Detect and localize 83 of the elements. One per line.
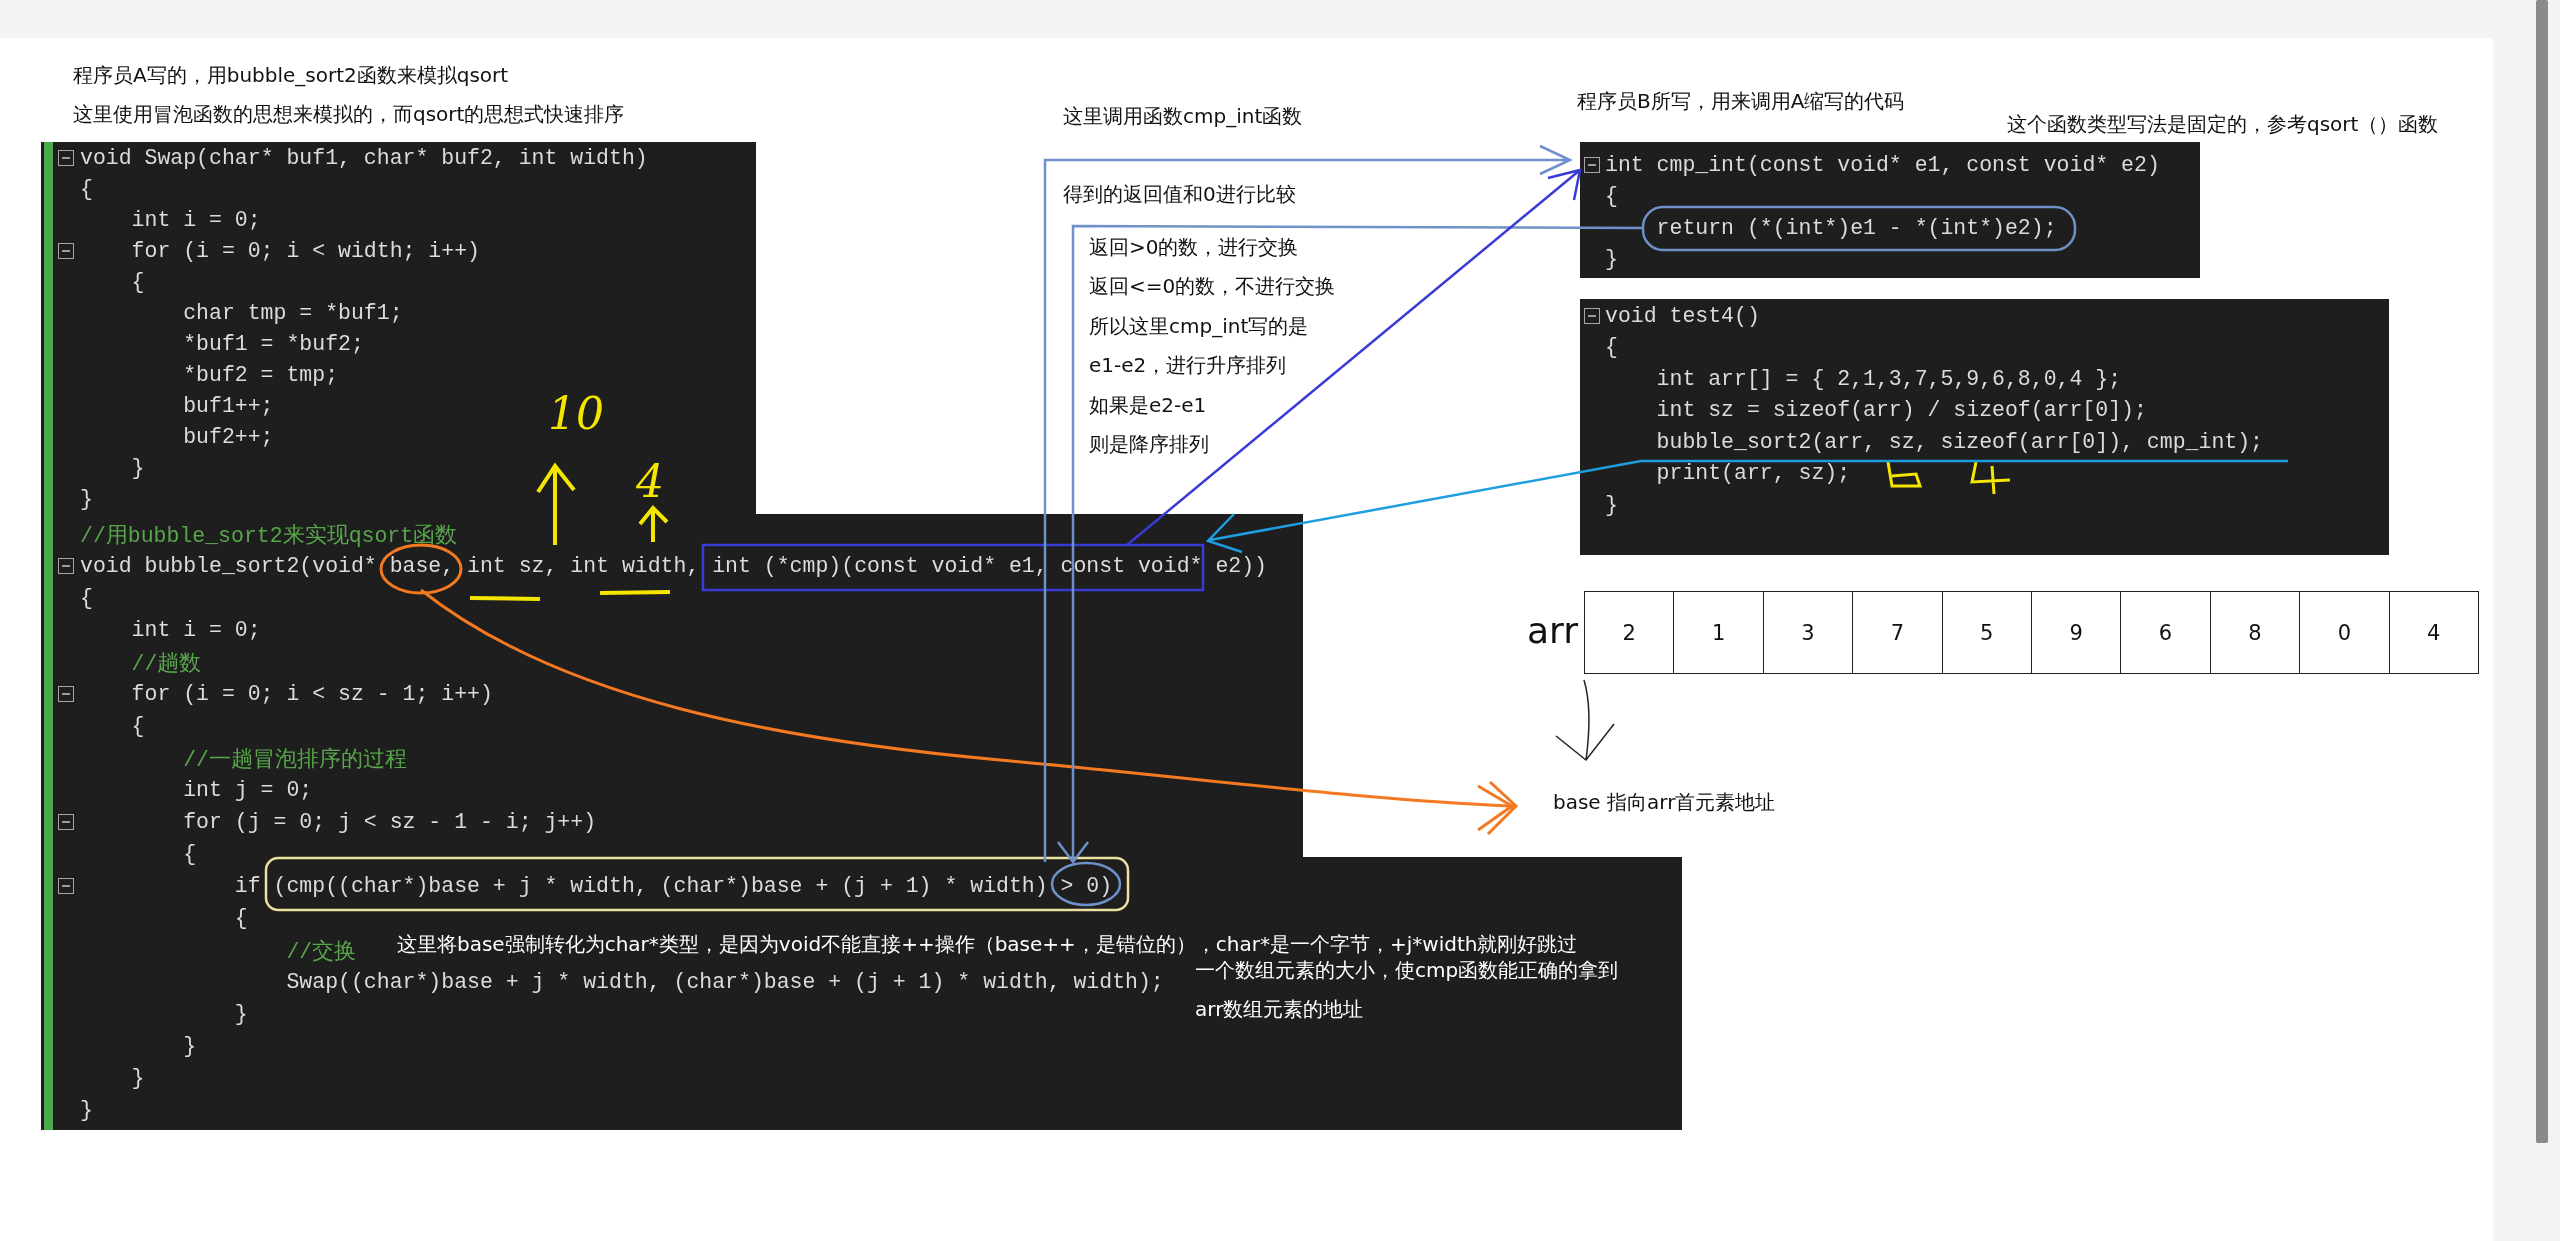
code-comment: //趟数 [131, 650, 202, 677]
code-line: { [1605, 335, 1618, 360]
code-line: for (i = 0; i < sz - 1; i++) [131, 682, 493, 706]
code-line: int j = 0; [183, 778, 313, 802]
code-line: for (i = 0; i < width; i++) [131, 238, 480, 263]
code-line: print(arr, sz); [1656, 461, 1851, 486]
note-text: 这里使用冒泡函数的思想来模拟的，而qsort的思想式快速排序 [73, 101, 625, 127]
array-cell: 4 [2389, 591, 2479, 674]
code-line: { [234, 906, 248, 930]
code-line: Swap((char*)base + j * width, (char*)base + (j + 1) * width, width); [286, 970, 1164, 994]
collapse-icon[interactable] [58, 878, 74, 894]
handwritten-number: 4 [636, 460, 664, 504]
note-text: 程序员A写的，用bubble_sort2函数来模拟qsort [73, 62, 509, 88]
code-line: int sz = sizeof(arr) / sizeof(arr[0]); [1656, 398, 2147, 423]
note-text: 得到的返回值和0进行比较 [1063, 181, 1296, 207]
note-text: 返回<=0的数，不进行交换 [1089, 273, 1336, 300]
code-line: { [183, 842, 197, 866]
note-text: 这里调用函数cmp_int函数 [1063, 103, 1303, 129]
note-text: 如果是e2-e1 [1089, 391, 1207, 418]
code-comment: //一趟冒泡排序的过程 [183, 746, 407, 773]
note-text: 一个数组元素的大小，使cmp函数能正确的拿到 [1195, 957, 1619, 983]
code-line: } [183, 1034, 197, 1058]
up-arrow [638, 505, 669, 544]
code-line: char tmp = *buf1; [183, 300, 403, 325]
code-line: } [80, 486, 93, 511]
array-cell: 2 [1585, 591, 1675, 674]
code-line: if (cmp((char*)base + j * width, (char*)base + (j + 1) * width) > 0) [234, 874, 1113, 898]
array-cell: 6 [2121, 591, 2211, 674]
underline-mark [599, 590, 671, 595]
array-cell: 8 [2210, 591, 2301, 674]
code-line: { [80, 176, 93, 201]
scrollbar[interactable] [2536, 0, 2548, 1143]
code-line: } [234, 1002, 248, 1026]
collapse-icon[interactable] [1584, 307, 1600, 324]
code-line: { [80, 586, 93, 610]
code-line: int i = 0; [131, 618, 261, 642]
array-label: arr [1527, 610, 1579, 651]
note-text: arr数组元素的地址 [1195, 996, 1364, 1022]
collapse-icon[interactable] [1584, 156, 1600, 173]
code-line: { [1605, 184, 1618, 209]
code-line: *buf1 = *buf2; [183, 331, 364, 356]
code-line: } [80, 1098, 93, 1122]
note-text: 返回>0的数，进行交换 [1089, 234, 1299, 260]
code-line: } [1605, 247, 1618, 272]
code-line: } [1605, 492, 1618, 517]
code-comment: //用bubble_sort2来实现qsort函数 [80, 522, 458, 549]
underline-mark [469, 596, 541, 601]
highlight-ellipse [1050, 861, 1122, 907]
collapse-icon[interactable] [58, 686, 74, 702]
array-cell: 0 [2300, 591, 2390, 674]
note-text: 程序员B所写，用来调用A缩写的代码 [1577, 88, 1905, 114]
note-text: base 指向arr首元素地址 [1553, 789, 1776, 815]
collapse-icon[interactable] [58, 149, 74, 166]
code-line: { [131, 714, 145, 738]
code-line: int cmp_int(const void* e1, const void* e2) [1605, 152, 2160, 177]
array-cell: 3 [1763, 591, 1854, 674]
code-line: void test4() [1605, 303, 1760, 328]
note-text: e1-e2，进行升序排列 [1089, 352, 1287, 379]
code-line: return (*(int*)e1 - *(int*)e2); [1656, 215, 2057, 240]
array-cell: 1 [1674, 591, 1764, 674]
code-line: int i = 0; [131, 207, 261, 232]
array-cell: 5 [1942, 591, 2032, 674]
note-text: 这个函数类型写法是固定的，参考qsort（）函数 [2007, 111, 2439, 137]
array-cell: 9 [2031, 591, 2122, 674]
array-cell: 7 [1853, 591, 1943, 674]
code-line: buf2++; [183, 424, 274, 449]
code-line: *buf2 = tmp; [183, 362, 339, 387]
code-comment: //交换 [286, 938, 357, 965]
code-line: bubble_sort2(arr, sz, sizeof(arr[0]), cmp_int); [1656, 429, 2263, 454]
collapse-icon[interactable] [58, 242, 74, 259]
collapse-icon[interactable] [58, 814, 74, 830]
code-line: } [131, 455, 145, 480]
code-line: for (j = 0; j < sz - 1 - i; j++) [183, 810, 597, 834]
collapse-icon[interactable] [58, 558, 74, 574]
code-line: int arr[] = { 2,1,3,7,5,9,6,8,0,4 }; [1656, 366, 2122, 391]
note-text: 所以这里cmp_int写的是 [1089, 312, 1309, 339]
code-line: { [131, 269, 145, 294]
note-text: 则是降序排列 [1089, 431, 1209, 457]
handwritten-number: 10 [548, 392, 604, 436]
code-line: } [131, 1066, 145, 1090]
code-line: void Swap(char* buf1, char* buf2, int width) [80, 145, 648, 170]
code-line: buf1++; [183, 393, 274, 418]
note-text: 这里将base强制转化为char*类型，是因为void不能直接++操作（base++，是错位的），char*是一个字节，+j*width就刚好跳过 [397, 931, 1578, 957]
